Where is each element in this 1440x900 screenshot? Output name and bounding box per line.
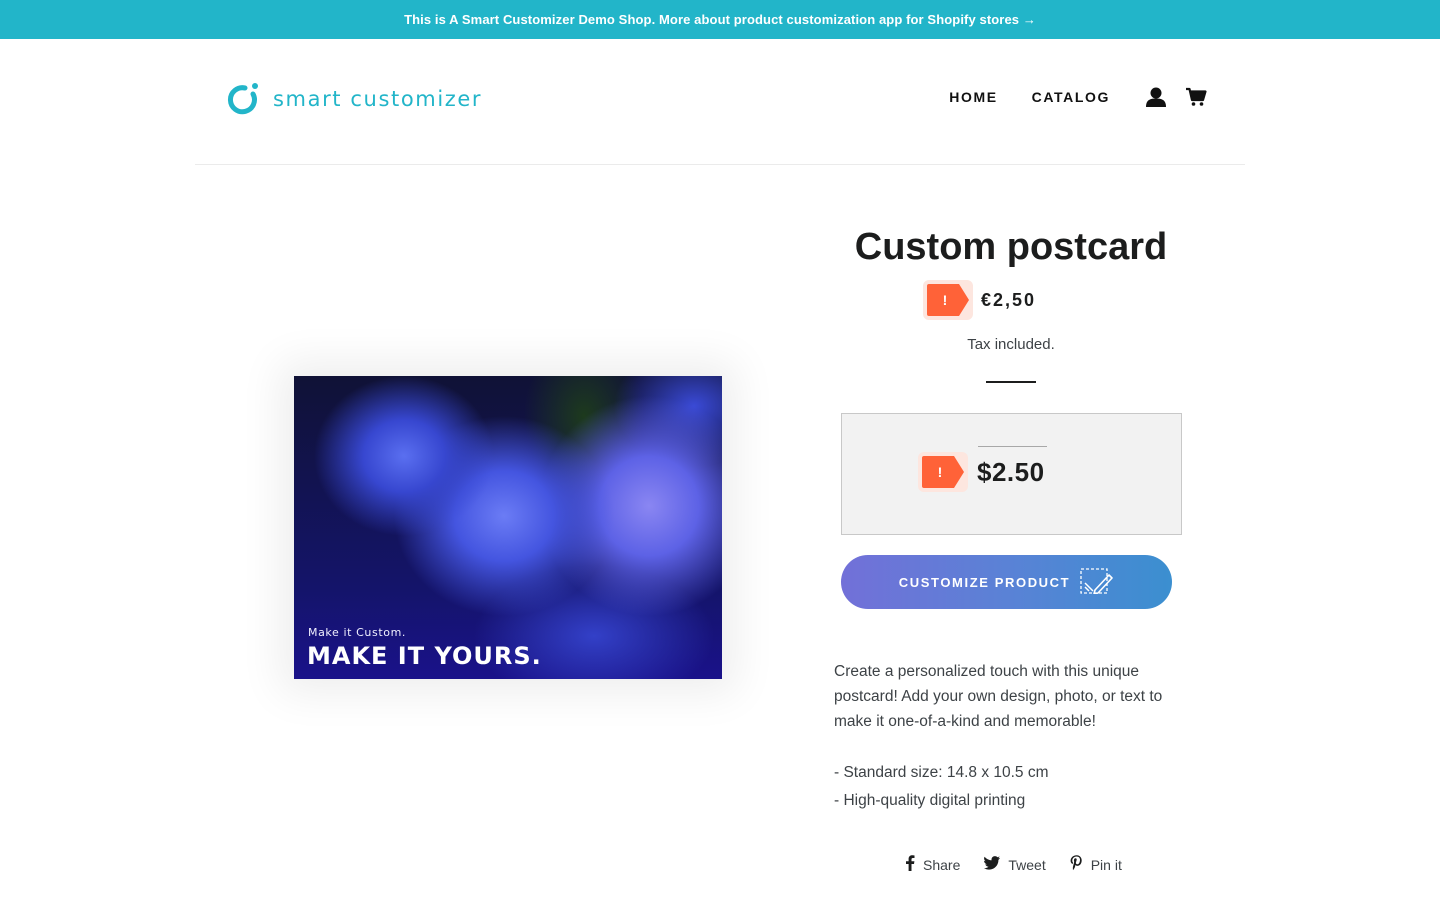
main-nav: HOME CATALOG <box>949 85 1208 109</box>
nav-home[interactable]: HOME <box>949 89 997 105</box>
product-price: €2,50 <box>981 289 1037 310</box>
social-share: Share Tweet Pin it <box>905 855 1122 874</box>
share-facebook[interactable]: Share <box>905 855 960 874</box>
product-image[interactable]: Make it Custom. MAKE IT YOURS. <box>294 376 722 679</box>
app-price: $2.50 <box>977 456 1045 487</box>
nav-catalog[interactable]: CATALOG <box>1032 89 1110 105</box>
facebook-icon <box>905 855 915 874</box>
svg-text:!: ! <box>938 464 943 480</box>
customize-product-button[interactable]: CUSTOMIZE PRODUCT <box>841 555 1172 609</box>
svg-text:!: ! <box>943 292 948 308</box>
twitter-icon <box>984 856 1001 873</box>
product-description: Create a personalized touch with this un… <box>834 663 1163 730</box>
smart-customizer-ring-icon <box>227 82 261 116</box>
product-title: Custom postcard <box>854 226 1168 268</box>
warning-badge-icon[interactable]: ! <box>923 280 973 320</box>
image-overlay-big: MAKE IT YOURS. <box>307 642 542 670</box>
share-label: Tweet <box>1008 856 1046 873</box>
customize-product-label: CUSTOMIZE PRODUCT <box>898 574 1071 590</box>
feature-item: - High-quality digital printing <box>834 792 1026 809</box>
logo-link[interactable]: smart customizer <box>227 82 482 116</box>
announcement-bar: This is A Smart Customizer Demo Shop. Mo… <box>0 0 1440 39</box>
announcement-link[interactable]: This is A Smart Customizer Demo Shop. Mo… <box>404 12 1036 27</box>
share-pinterest[interactable]: Pin it <box>1070 855 1122 874</box>
share-label: Share <box>923 856 961 873</box>
site-header: smart customizer HOME CATALOG <box>195 39 1245 165</box>
cart-icon[interactable] <box>1184 85 1208 109</box>
title-divider <box>986 381 1036 383</box>
customize-edit-icon <box>1080 567 1114 597</box>
app-price-box: ! $2.50 <box>841 413 1182 535</box>
pinterest-icon <box>1070 855 1083 874</box>
app-price-divider <box>978 446 1047 447</box>
share-twitter[interactable]: Tweet <box>984 856 1046 873</box>
product-image-frame: Make it Custom. MAKE IT YOURS. <box>294 376 722 679</box>
price-row: ! €2,50 <box>923 280 1037 320</box>
product-features: - Standard size: 14.8 x 10.5 cm - High-q… <box>834 759 1188 815</box>
warning-badge-icon[interactable]: ! <box>918 452 968 492</box>
logo-text: smart customizer <box>273 87 483 111</box>
image-overlay-small: Make it Custom. <box>308 626 406 639</box>
app-price-row: ! $2.50 <box>918 452 1045 492</box>
feature-item: - Standard size: 14.8 x 10.5 cm <box>834 764 1049 781</box>
account-icon[interactable] <box>1144 85 1168 109</box>
tax-note: Tax included. <box>967 336 1055 353</box>
share-label: Pin it <box>1090 856 1122 873</box>
